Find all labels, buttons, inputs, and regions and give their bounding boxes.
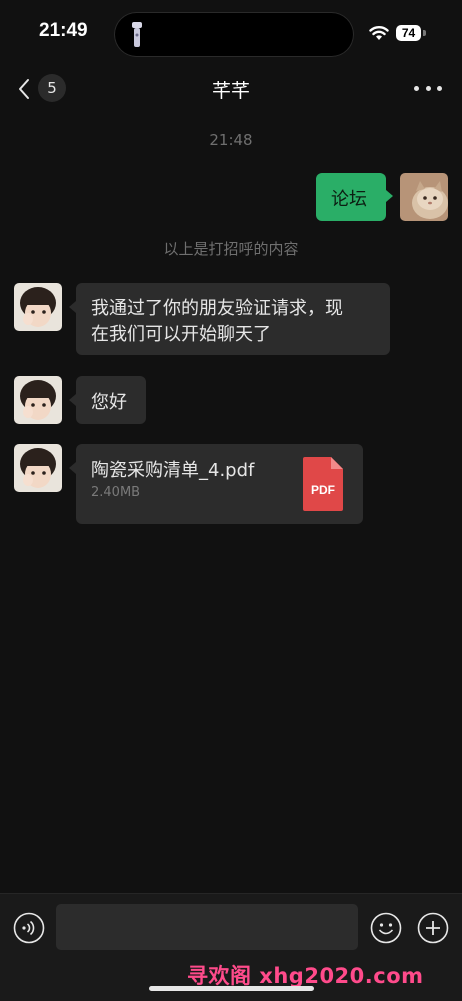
outgoing-message-text: 论坛 bbox=[331, 189, 367, 210]
voice-input-icon[interactable] bbox=[13, 912, 45, 944]
incoming-message-line: 我通过了你的朋友验证请求，现 bbox=[91, 298, 343, 319]
status-bar: 21:49 74 bbox=[0, 0, 462, 60]
battery-level: 74 bbox=[396, 25, 421, 41]
more-dot bbox=[437, 85, 442, 91]
more-dot bbox=[414, 85, 419, 91]
girl-avatar-icon bbox=[14, 283, 62, 331]
pdf-file-icon: PDF bbox=[303, 457, 343, 511]
my-avatar[interactable] bbox=[400, 173, 448, 221]
emoji-icon[interactable] bbox=[370, 912, 402, 944]
status-time: 21:49 bbox=[39, 20, 88, 41]
wifi-icon bbox=[369, 26, 389, 40]
more-options-icon[interactable] bbox=[414, 80, 442, 96]
incoming-message-line: 在我们可以开始聊天了 bbox=[91, 324, 271, 345]
bubble-tail bbox=[69, 394, 76, 406]
bubble-tail bbox=[69, 301, 76, 313]
flashlight-icon bbox=[132, 22, 142, 47]
contact-avatar[interactable] bbox=[14, 376, 62, 424]
girl-avatar-icon bbox=[14, 376, 62, 424]
cat-avatar-icon bbox=[400, 173, 448, 221]
chat-header: 5 芊芊 bbox=[0, 66, 462, 114]
chat-title: 芊芊 bbox=[211, 80, 250, 102]
girl-avatar-icon bbox=[14, 444, 62, 492]
more-dot bbox=[425, 85, 431, 91]
incoming-message-text: 您好 bbox=[91, 392, 127, 413]
dynamic-island[interactable] bbox=[114, 12, 354, 57]
file-name: 陶瓷采购清单_4.pdf bbox=[91, 460, 255, 481]
contact-avatar[interactable] bbox=[14, 283, 62, 331]
more-functions-plus-icon[interactable] bbox=[417, 912, 449, 944]
bubble-tail bbox=[386, 190, 393, 202]
battery-tip bbox=[423, 30, 426, 36]
incoming-message-bubble[interactable]: 我通过了你的朋友验证请求，现 在我们可以开始聊天了 bbox=[76, 283, 390, 355]
message-input[interactable] bbox=[56, 904, 358, 950]
system-notice: 以上是打招呼的内容 bbox=[163, 240, 299, 258]
incoming-message-bubble[interactable]: 您好 bbox=[76, 376, 146, 424]
bubble-tail bbox=[69, 462, 76, 474]
home-indicator[interactable] bbox=[149, 986, 314, 991]
contact-avatar[interactable] bbox=[14, 444, 62, 492]
outgoing-message-bubble[interactable]: 论坛 bbox=[316, 173, 386, 221]
pdf-label: PDF bbox=[311, 483, 335, 497]
file-size: 2.40MB bbox=[91, 485, 141, 500]
message-timestamp: 21:48 bbox=[209, 131, 253, 149]
input-toolbar: 寻欢阁 xhg2020.com bbox=[0, 893, 462, 1001]
file-message-card[interactable]: 陶瓷采购清单_4.pdf 2.40MB PDF bbox=[76, 444, 363, 524]
